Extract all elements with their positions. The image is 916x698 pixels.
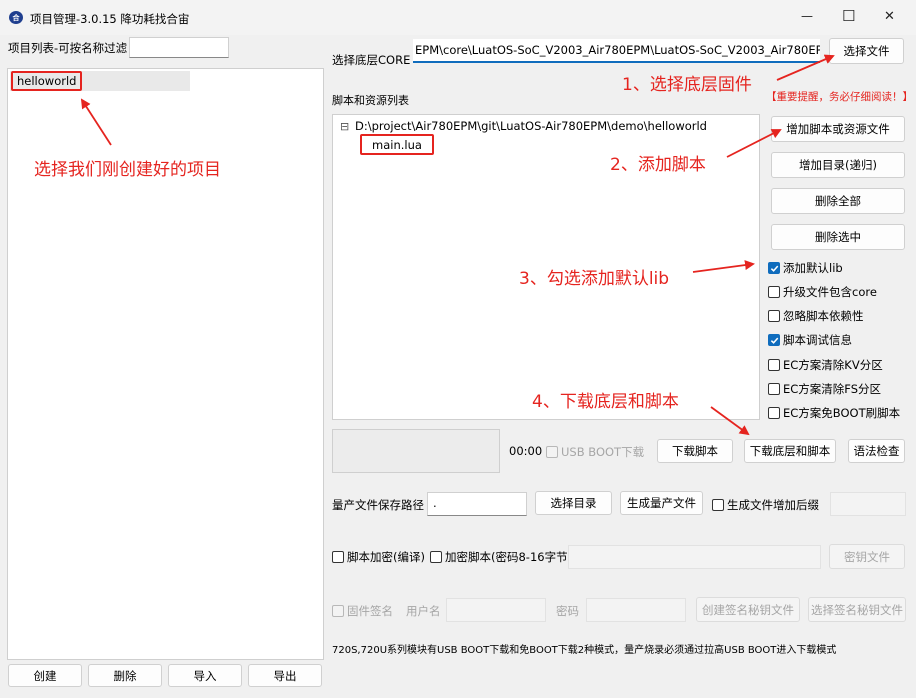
checkbox-icon [332, 551, 344, 563]
checkbox-icon [768, 310, 780, 322]
password-label: 密码 [556, 604, 579, 618]
select-directory-button[interactable]: 选择目录 [535, 491, 612, 515]
tree-folder-path[interactable]: D:\project\Air780EPM\git\LuatOS-Air780EP… [355, 119, 707, 133]
core-path-field[interactable]: EPM\core\LuatOS-SoC_V2003_Air780EPM\Luat… [413, 39, 820, 63]
key-file-button[interactable]: 密钥文件 [829, 544, 905, 569]
download-script-button[interactable]: 下载脚本 [657, 439, 733, 463]
option-label: 忽略脚本依赖性 [783, 309, 864, 323]
checkbox-icon [332, 605, 344, 617]
checkbox-icon [768, 286, 780, 298]
compile-encrypt-checkbox[interactable]: 脚本加密(编译) [332, 549, 425, 565]
select-core-button[interactable]: 选择文件 [829, 38, 904, 64]
option-debug-info[interactable]: 脚本调试信息 [768, 332, 852, 348]
option-add-default-lib[interactable]: 添加默认lib [768, 260, 843, 276]
option-clear-kv[interactable]: EC方案清除KV分区 [768, 357, 883, 373]
usb-boot-note: 720S,720U系列模块有USB BOOT下载和免BOOT下载2种模式，量产烧… [332, 645, 837, 656]
import-project-button[interactable]: 导入 [168, 664, 242, 687]
close-icon[interactable]: ✕ [884, 9, 895, 24]
option-include-core[interactable]: 升级文件包含core [768, 284, 877, 300]
option-label: EC方案清除FS分区 [783, 382, 882, 396]
annotation-step-1: 1、选择底层固件 [622, 75, 752, 95]
minimize-icon[interactable]: — [801, 9, 813, 23]
download-timer: 00:00 [509, 444, 543, 458]
sign-password-input[interactable] [586, 598, 686, 622]
core-path-value: EPM\core\LuatOS-SoC_V2003_Air780EPM\Luat… [415, 43, 820, 57]
tree-file-label: main.lua [372, 137, 422, 152]
password-encrypt-label: 加密脚本(密码8-16字节) [445, 550, 573, 564]
annotation-step-4: 4、下载底层和脚本 [532, 392, 679, 412]
create-sign-key-button[interactable]: 创建签名秘钥文件 [696, 597, 800, 622]
script-list-label: 脚本和资源列表 [332, 94, 409, 107]
option-label: 升级文件包含core [783, 285, 877, 299]
username-label: 用户名 [406, 604, 441, 618]
download-core-and-script-button[interactable]: 下载底层和脚本 [744, 439, 836, 463]
firmware-sign-label: 固件签名 [347, 604, 393, 618]
project-filter-input[interactable] [129, 37, 229, 58]
password-input[interactable] [568, 545, 821, 569]
generate-production-button[interactable]: 生成量产文件 [620, 491, 703, 515]
option-ignore-deps[interactable]: 忽略脚本依赖性 [768, 308, 864, 324]
production-path-input[interactable]: . [427, 492, 527, 516]
delete-selected-button[interactable]: 删除选中 [771, 224, 905, 250]
maximize-icon[interactable]: ☐ [842, 7, 855, 25]
password-encrypt-checkbox[interactable]: 加密脚本(密码8-16字节) [430, 549, 572, 565]
production-path-value: . [433, 496, 437, 510]
title-bar: 合 项目管理-3.0.15 降功耗找合宙 — ☐ ✕ [0, 0, 916, 35]
syntax-check-button[interactable]: 语法检查 [848, 439, 905, 463]
checkbox-icon [768, 359, 780, 371]
option-label: 脚本调试信息 [783, 333, 852, 347]
username-input[interactable] [446, 598, 546, 622]
usb-boot-download-checkbox[interactable]: USB BOOT下载 [546, 444, 644, 460]
app-logo-icon: 合 [9, 11, 23, 24]
annotation-select-project: 选择我们刚创建好的项目 [34, 160, 221, 180]
firmware-sign-checkbox[interactable]: 固件签名 [332, 603, 393, 619]
checkbox-checked-icon [768, 334, 780, 346]
compile-encrypt-label: 脚本加密(编译) [347, 550, 425, 564]
project-item-helloworld[interactable]: helloworld [11, 71, 83, 91]
checkbox-icon [712, 499, 724, 511]
usb-boot-label: USB BOOT下载 [561, 445, 645, 459]
option-label: 添加默认lib [783, 261, 843, 275]
production-path-label: 量产文件保存路径 [332, 498, 424, 512]
core-label: 选择底层CORE [332, 53, 411, 67]
tree-collapse-icon[interactable]: ⊟ [340, 120, 349, 133]
add-suffix-checkbox[interactable]: 生成文件增加后缀 [712, 497, 819, 513]
add-directory-button[interactable]: 增加目录(递归) [771, 152, 905, 178]
delete-all-button[interactable]: 删除全部 [771, 188, 905, 214]
option-clear-fs[interactable]: EC方案清除FS分区 [768, 381, 881, 397]
delete-project-button[interactable]: 删除 [88, 664, 162, 687]
important-warning[interactable]: 【重要提醒，务必仔细阅读！】 [766, 89, 913, 104]
annotation-step-3: 3、勾选添加默认lib [519, 269, 670, 289]
project-item-label: helloworld [17, 74, 77, 88]
tree-file-main-lua[interactable]: main.lua [360, 134, 434, 155]
option-no-boot[interactable]: EC方案免BOOT刷脚本 [768, 405, 900, 421]
suffix-input[interactable] [830, 492, 906, 516]
checkbox-icon [768, 407, 780, 419]
create-project-button[interactable]: 创建 [8, 664, 82, 687]
option-label: EC方案免BOOT刷脚本 [783, 406, 901, 420]
progress-panel [332, 429, 500, 473]
select-sign-key-button[interactable]: 选择签名秘钥文件 [808, 597, 906, 622]
export-project-button[interactable]: 导出 [248, 664, 322, 687]
checkbox-icon [768, 383, 780, 395]
checkbox-icon [430, 551, 442, 563]
checkbox-checked-icon [768, 262, 780, 274]
project-filter-label: 项目列表-可按名称过滤 [8, 41, 128, 55]
add-suffix-label: 生成文件增加后缀 [727, 498, 819, 512]
option-label: EC方案清除KV分区 [783, 358, 883, 372]
window-title: 项目管理-3.0.15 降功耗找合宙 [30, 12, 190, 26]
add-script-file-button[interactable]: 增加脚本或资源文件 [771, 116, 905, 142]
checkbox-icon [546, 446, 558, 458]
annotation-step-2: 2、添加脚本 [610, 155, 706, 175]
